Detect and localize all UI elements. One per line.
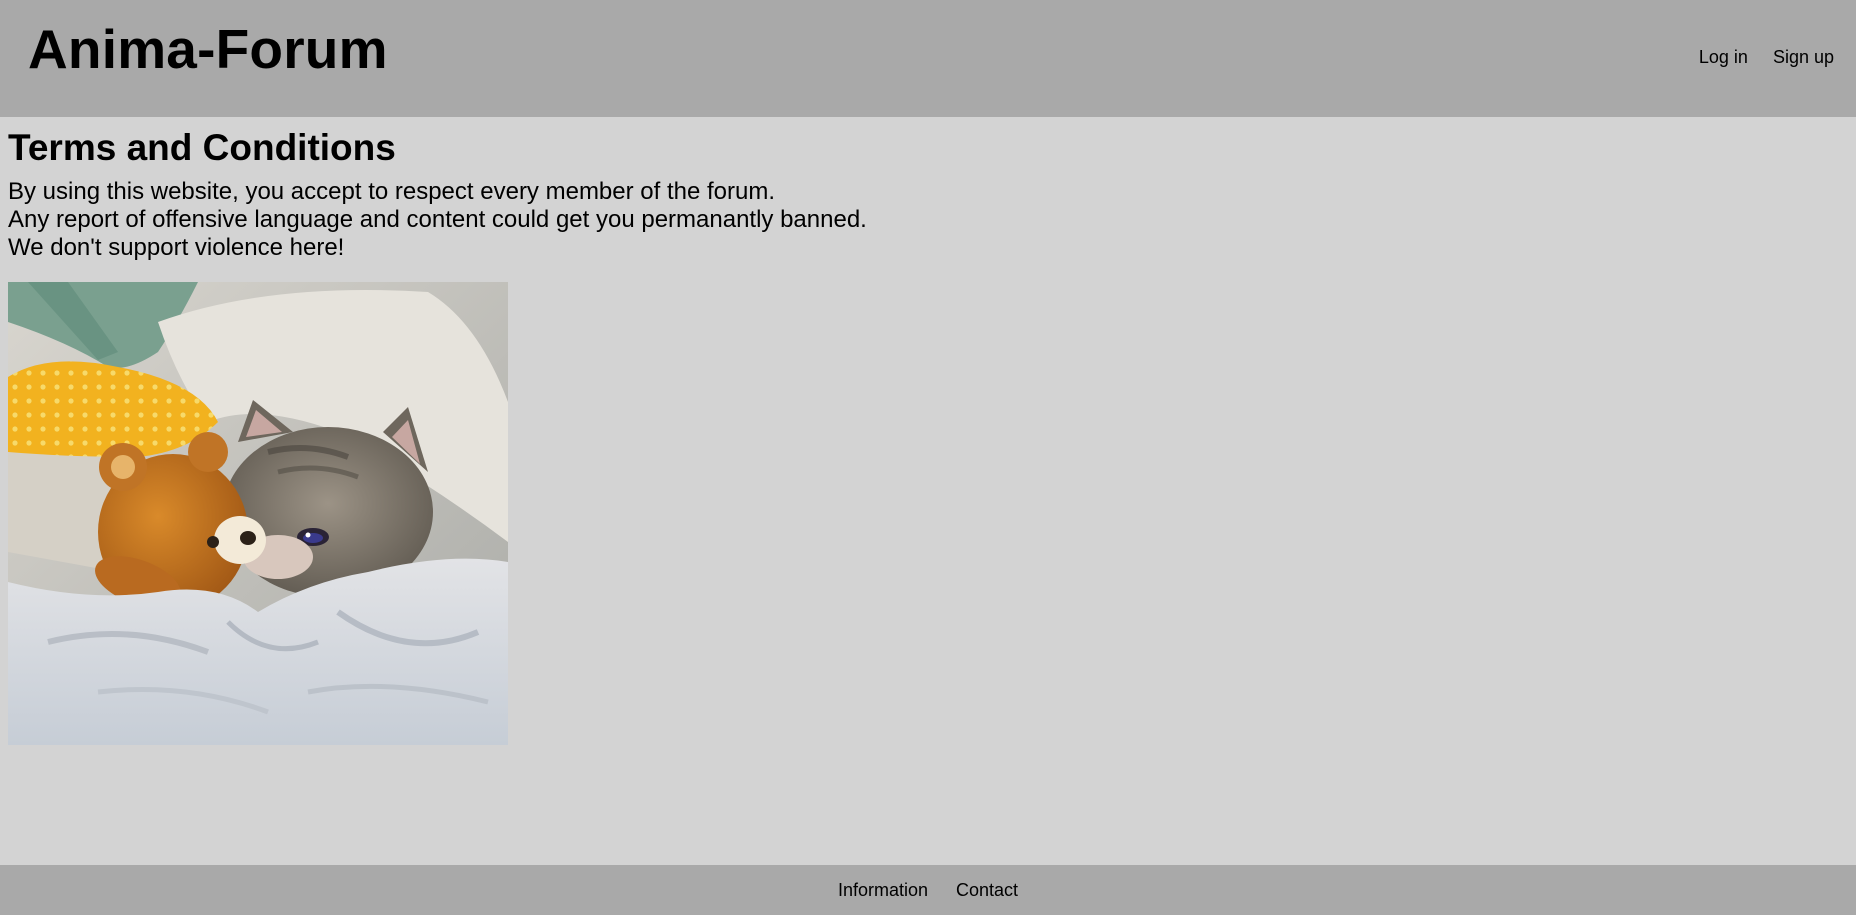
site-header: Anima-Forum Log in Sign up <box>0 0 1856 117</box>
terms-line: We don't support violence here! <box>8 234 345 261</box>
site-title[interactable]: Anima-Forum <box>28 16 388 82</box>
header-nav: Log in Sign up <box>1699 45 1834 69</box>
login-link[interactable]: Log in <box>1699 45 1748 69</box>
site-footer: Information Contact <box>0 865 1856 915</box>
terms-line: By using this website, you accept to res… <box>8 178 776 205</box>
terms-text: By using this website, you accept to res… <box>8 178 867 262</box>
page-title: Terms and Conditions <box>8 127 396 168</box>
crying-cat-image <box>8 282 508 745</box>
contact-link[interactable]: Contact <box>956 878 1018 902</box>
footer-links: Information Contact <box>0 878 1856 902</box>
signup-link[interactable]: Sign up <box>1773 45 1834 69</box>
information-link[interactable]: Information <box>838 878 928 902</box>
terms-line: Any report of offensive language and con… <box>8 206 867 233</box>
